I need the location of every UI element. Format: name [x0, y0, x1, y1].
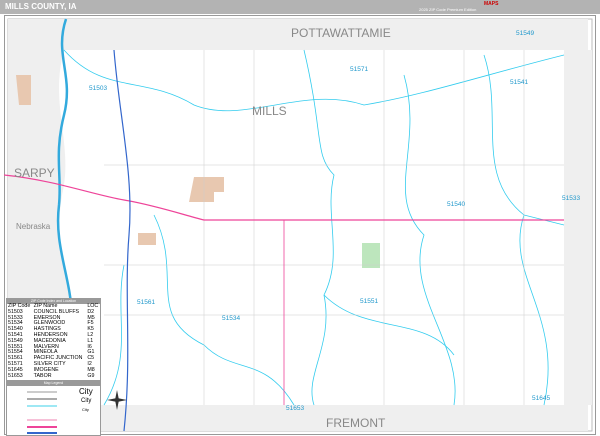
county-label-north: POTTAWATTAMIE [291, 26, 391, 40]
zip-index-table: ZIP Code ZIP Name LOC 51503 COUNCIL BLUFFS D… [7, 303, 100, 380]
zip-label: 51653 [286, 405, 304, 412]
header-bar: MILLS COUNTY, IA 2025 ZIP Code Premium E… [0, 0, 600, 14]
edition-label: 2025 ZIP Code Premium Edition [419, 7, 477, 12]
map-key: Map Legend City City City [7, 380, 100, 436]
zip-label: 51541 [510, 79, 528, 86]
city-key-large: City [79, 387, 93, 396]
table-cell: TABOR [33, 372, 52, 379]
zip-label: 51551 [360, 298, 378, 305]
key-title: Map Legend [7, 381, 100, 386]
zip-label: 51549 [516, 30, 534, 37]
malvern-area [362, 243, 380, 268]
zip-legend: ZIP Code Index and Location ZIP Code ZIP … [6, 298, 101, 436]
city-key-medium: City [81, 398, 92, 404]
zip-label: 51571 [350, 66, 368, 73]
table-row: 51653 TABOR G9 [7, 372, 100, 380]
city-key-small: City [82, 407, 89, 412]
zip-label: 51533 [562, 195, 580, 202]
zip-label: 51503 [89, 85, 107, 92]
zip-label: 51561 [137, 299, 155, 306]
outside-county-east [564, 50, 592, 405]
publisher-logo: MAPS [484, 1, 499, 7]
county-label-south: FREMONT [326, 416, 386, 430]
table-cell: G9 [87, 372, 95, 379]
map-title: MILLS COUNTY, IA [5, 2, 77, 11]
county-label-west: SARPY [14, 166, 55, 180]
table-cell: 51653 [8, 372, 23, 379]
county-label-center: MILLS [252, 104, 287, 118]
zip-label: 51645 [532, 395, 550, 402]
state-label: Nebraska [16, 222, 51, 231]
zip-label: 51534 [222, 315, 240, 322]
pacific-junction-area [138, 233, 156, 245]
zip-label: 51540 [447, 201, 465, 208]
